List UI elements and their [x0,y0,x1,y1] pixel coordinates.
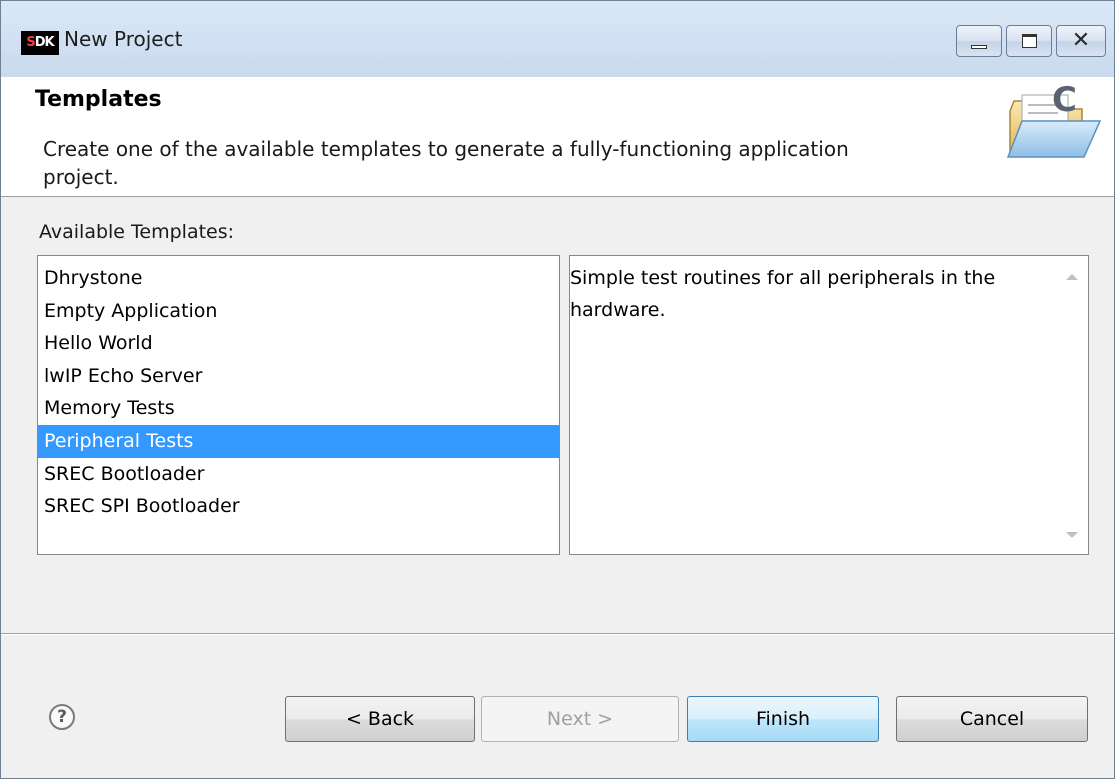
list-item-memory-tests[interactable]: Memory Tests [38,392,559,425]
new-c-project-folder-icon: C [1006,81,1102,158]
available-templates-label: Available Templates: [39,221,235,243]
maximize-icon [1022,34,1037,48]
close-icon: ✕ [1071,28,1091,53]
app-icon-letter-s: S [26,35,35,50]
list-item-srec-spi-bootloader[interactable]: SREC SPI Bootloader [38,490,559,523]
template-description-box[interactable]: Simple test routines for all peripherals… [569,255,1089,555]
footer-divider [1,633,1114,635]
finish-button[interactable]: Finish [687,696,879,742]
list-item-lwip-echo-server[interactable]: lwIP Echo Server [38,360,559,393]
templates-list[interactable]: Dhrystone Empty Application Hello World … [37,255,560,555]
minimize-button[interactable] [956,25,1002,57]
minimize-icon [971,45,987,49]
cancel-button[interactable]: Cancel [896,696,1088,742]
next-button[interactable]: Next > [481,696,679,742]
list-item-peripheral-tests[interactable]: Peripheral Tests [38,424,559,458]
sdk-app-icon: SDK [21,31,59,55]
new-project-dialog: SDK New Project ✕ Templates Create one o… [0,0,1115,779]
scroll-down-arrow-icon[interactable] [1066,532,1078,538]
maximize-button[interactable] [1006,25,1052,57]
list-item-dhrystone[interactable]: Dhrystone [38,262,559,295]
title-bar[interactable]: SDK New Project ✕ [1,1,1114,78]
template-description: Simple test routines for all peripherals… [570,267,996,321]
back-button[interactable]: < Back [285,696,475,742]
window-title: New Project [64,27,183,51]
page-description: Create one of the available templates to… [43,137,849,189]
close-button[interactable]: ✕ [1056,25,1106,57]
list-item-empty-application[interactable]: Empty Application [38,295,559,328]
svg-text:C: C [1052,81,1077,120]
scroll-up-arrow-icon[interactable] [1066,274,1078,280]
description-scrollbar[interactable] [1056,256,1088,554]
page-title: Templates [35,87,162,112]
app-icon-letters: DK [34,35,55,50]
list-item-srec-bootloader[interactable]: SREC Bootloader [38,458,559,491]
list-item-hello-world[interactable]: Hello World [38,327,559,360]
wizard-header: Templates Create one of the available te… [1,77,1114,197]
help-icon[interactable]: ? [49,704,75,730]
